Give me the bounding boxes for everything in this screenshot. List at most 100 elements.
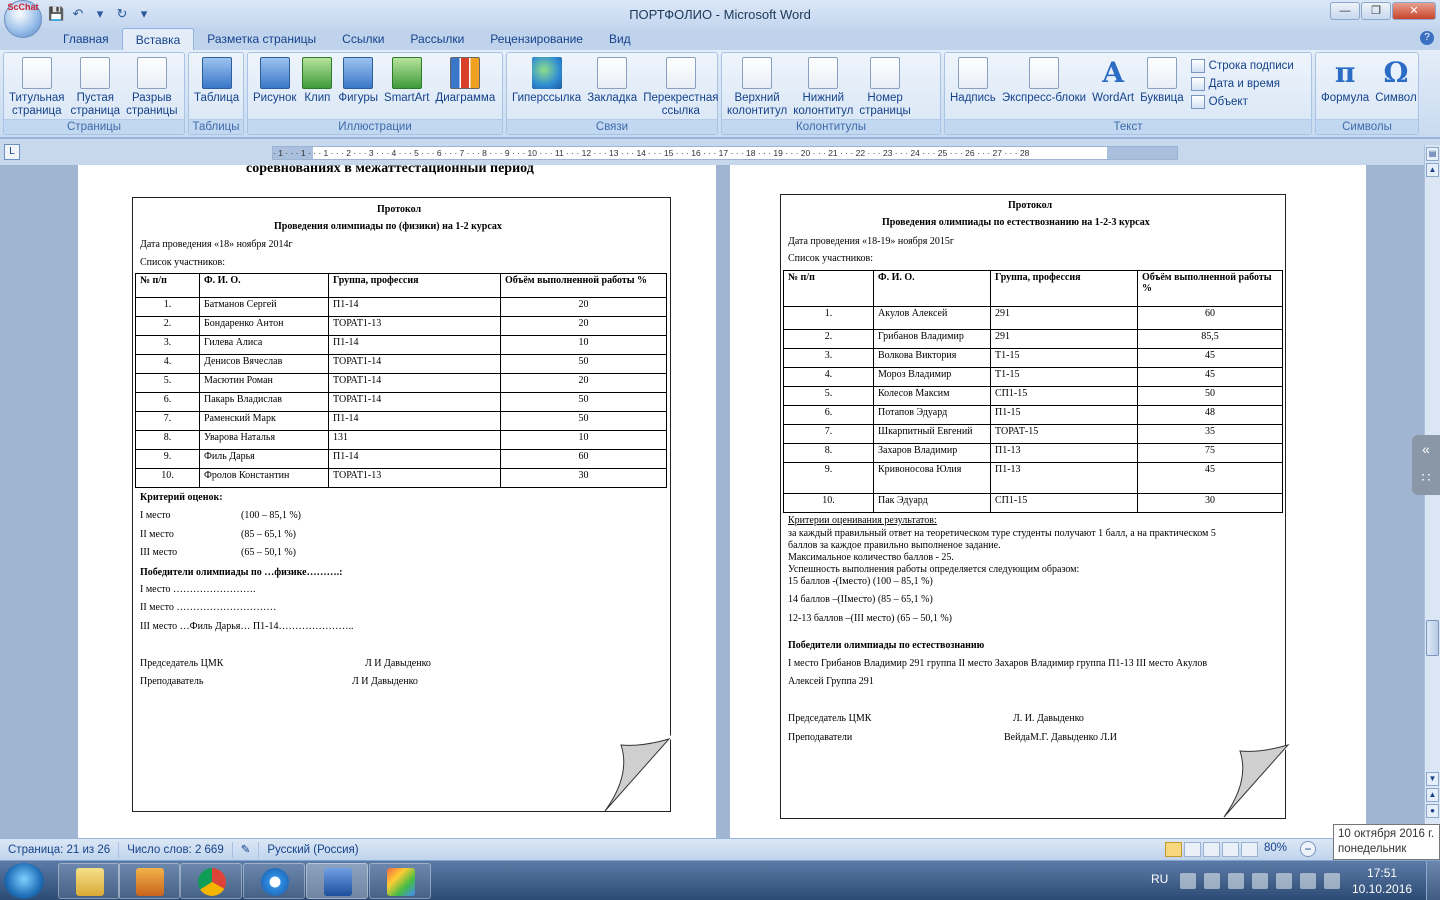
word-count[interactable]: Число слов: 2 669 xyxy=(119,841,233,858)
bookmark-button[interactable]: Закладка xyxy=(584,55,640,118)
group-symbols-label: Символы xyxy=(1316,119,1418,134)
window-title: ПОРТФОЛИО - Microsoft Word xyxy=(629,6,811,22)
tab-references[interactable]: Ссылки xyxy=(329,28,397,50)
row-number: 5. xyxy=(783,386,874,406)
cross-reference-label: Перекрестная ссылка xyxy=(643,92,719,117)
taskbar-word[interactable] xyxy=(306,863,368,899)
tray-app-icon[interactable] xyxy=(1180,873,1196,889)
object-button[interactable]: Объект xyxy=(1190,95,1294,109)
smartart-button[interactable]: SmartArt xyxy=(381,55,432,118)
clipart-button[interactable]: Клип xyxy=(299,55,335,118)
page-count[interactable]: Страница: 21 из 26 xyxy=(0,841,120,858)
tray-volume-icon[interactable] xyxy=(1324,873,1340,889)
tray-app-icon[interactable] xyxy=(1228,873,1244,889)
close-button[interactable]: ✕ xyxy=(1392,2,1436,20)
cover-page-button[interactable]: Титульная страница xyxy=(6,55,68,118)
footer-button[interactable]: Нижний колонтитул xyxy=(790,55,856,118)
header-button[interactable]: Верхний колонтитул xyxy=(724,55,790,118)
left-winners-title: Победители олимпиады по …физике……….: xyxy=(140,567,343,578)
save-icon[interactable]: 💾 xyxy=(48,6,64,22)
chart-label: Диаграмма xyxy=(435,92,496,104)
taskbar-explorer[interactable] xyxy=(58,863,120,899)
picture-button[interactable]: Рисунок xyxy=(250,55,299,118)
scroll-up-icon[interactable]: ▲ xyxy=(1426,163,1439,177)
tab-home[interactable]: Главная xyxy=(50,28,122,50)
group-illustrations: Рисунок Клип Фигуры SmartArt Диаграмма И… xyxy=(247,52,503,135)
row-score: 85,5 xyxy=(1137,329,1283,349)
title-bar: ScChat 💾 ↶ ▾ ↻ ▾ ПОРТФОЛИО - Microsoft W… xyxy=(0,0,1440,38)
tab-view[interactable]: Вид xyxy=(596,28,644,50)
draft-view-icon[interactable] xyxy=(1241,842,1258,857)
equation-button[interactable]: π Формула xyxy=(1318,55,1372,118)
taskbar-ie[interactable] xyxy=(243,863,305,899)
zoom-out-icon[interactable]: − xyxy=(1300,841,1316,857)
language-indicator[interactable]: Русский (Россия) xyxy=(259,842,366,858)
wordart-button[interactable]: A WordArt xyxy=(1089,55,1137,118)
tab-review[interactable]: Рецензирование xyxy=(477,28,596,50)
row-name: Бондаренко Антон xyxy=(199,316,329,336)
minimize-button[interactable]: — xyxy=(1330,2,1360,20)
left-teacher-label: Преподаватель xyxy=(140,676,204,687)
tab-page-layout[interactable]: Разметка страницы xyxy=(194,28,329,50)
zoom-level[interactable]: 80% xyxy=(1264,842,1287,854)
browse-object-icon[interactable]: ● xyxy=(1426,804,1439,818)
tray-app-icon[interactable] xyxy=(1204,873,1220,889)
restore-button[interactable]: ❐ xyxy=(1361,2,1391,20)
undo-icon[interactable]: ↶ xyxy=(70,6,86,22)
start-button[interactable] xyxy=(4,863,44,899)
taskbar-chrome[interactable] xyxy=(180,863,242,899)
web-layout-icon[interactable] xyxy=(1203,842,1220,857)
prev-page-icon[interactable]: ▲ xyxy=(1426,788,1439,802)
page-number-button[interactable]: Номер страницы xyxy=(856,55,913,118)
blank-page-button[interactable]: Пустая страница xyxy=(68,55,124,118)
row-name: Пакарь Владислав xyxy=(199,392,329,412)
tab-insert[interactable]: Вставка xyxy=(121,28,195,50)
table-row: 10. Пак Эдуард СП1-15 30 xyxy=(783,493,1283,513)
cross-reference-button[interactable]: Перекрестная ссылка xyxy=(640,55,721,118)
dropdown-icon[interactable]: ▾ xyxy=(92,6,108,22)
outline-view-icon[interactable] xyxy=(1222,842,1239,857)
redo-icon[interactable]: ↻ xyxy=(114,6,130,22)
tooltip-weekday: понедельник xyxy=(1338,843,1407,855)
page-break-button[interactable]: Разрыв страницы xyxy=(123,55,180,118)
shapes-button[interactable]: Фигуры xyxy=(335,55,381,118)
scroll-down-icon[interactable]: ▼ xyxy=(1426,772,1439,786)
dropcap-button[interactable]: Буквица xyxy=(1137,55,1187,118)
show-desktop-button[interactable] xyxy=(1426,861,1440,900)
chart-button[interactable]: Диаграмма xyxy=(432,55,498,118)
tab-selector-icon[interactable]: L xyxy=(4,144,20,160)
customize-qat-icon[interactable]: ▾ xyxy=(136,6,152,22)
tray-app-icon[interactable] xyxy=(1252,873,1268,889)
table-header-row: № п/п Ф. И. О. Группа, профессия Объём в… xyxy=(135,273,667,298)
full-screen-reading-icon[interactable] xyxy=(1184,842,1201,857)
textbox-button[interactable]: Надпись xyxy=(947,55,999,118)
table-row: 6. Пакарь Владислав ТОРАТ1-14 50 xyxy=(135,392,667,412)
row-number: 7. xyxy=(783,424,874,444)
table-button[interactable]: Таблица xyxy=(191,55,242,118)
tray-network-icon[interactable] xyxy=(1300,873,1316,889)
scroll-thumb[interactable] xyxy=(1426,620,1439,656)
help-icon[interactable]: ? xyxy=(1420,31,1434,45)
side-panel-handle[interactable]: « ∷ xyxy=(1412,435,1440,495)
spellcheck-icon[interactable]: ✎ xyxy=(233,841,260,858)
cover-page-label: Титульная страница xyxy=(9,92,65,117)
horizontal-ruler[interactable]: · 1 · · · 1 · · · 1 · · · 2 · · · 3 · · … xyxy=(272,146,1178,160)
tray-flag-icon[interactable] xyxy=(1276,873,1292,889)
symbol-button[interactable]: Ω Символ xyxy=(1372,55,1419,118)
taskbar-paint[interactable] xyxy=(369,863,431,899)
office-button[interactable]: ScChat xyxy=(4,0,42,38)
date-time-button[interactable]: Дата и время xyxy=(1190,77,1294,91)
hyperlink-button[interactable]: Гиперссылка xyxy=(509,55,584,118)
row-score: 50 xyxy=(500,392,667,412)
ruler-toggle-icon[interactable]: ▤ xyxy=(1426,147,1439,161)
taskbar-media-player[interactable] xyxy=(118,863,180,899)
signature-line-button[interactable]: Строка подписи xyxy=(1190,59,1294,73)
quick-parts-button[interactable]: Экспресс-блоки xyxy=(999,55,1089,118)
criteria-line: Успешность выполнения работы определяетс… xyxy=(788,564,1080,575)
row-score: 60 xyxy=(1137,306,1283,330)
print-layout-icon[interactable] xyxy=(1165,842,1182,857)
left-criteria-title: Критерий оценок: xyxy=(140,492,223,503)
taskbar-clock[interactable]: 17:51 10.10.2016 xyxy=(1352,865,1412,897)
tab-mailings[interactable]: Рассылки xyxy=(397,28,477,50)
language-tray[interactable]: RU xyxy=(1151,872,1168,886)
